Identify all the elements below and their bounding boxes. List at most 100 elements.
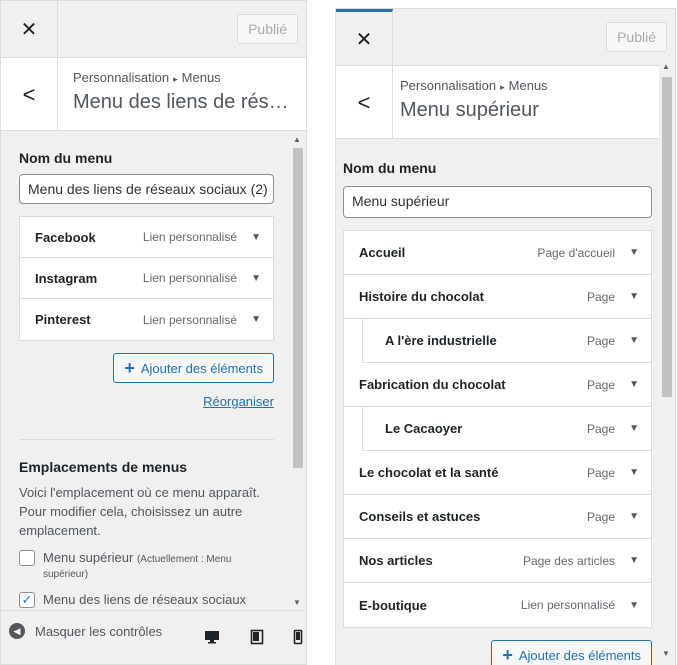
menu-item[interactable]: Fabrication du chocolat Page ▼ [344,363,651,407]
breadcrumb: Personnalisation ▸ Menus [73,70,221,85]
menu-subitem[interactable]: A l'ère industrielle Page ▼ [362,319,651,363]
close-icon: ✕ [20,19,38,41]
menu-item-title: Conseils et astuces [359,509,481,524]
breadcrumb-section: Menus [508,78,548,93]
location-label: Menu des liens de réseaux sociaux [43,592,247,607]
triangle-down-icon[interactable]: ▼ [629,555,639,566]
breadcrumb-separator-icon: ▸ [173,74,178,84]
triangle-down-icon[interactable]: ▼ [629,423,639,434]
menu-locations-title: Emplacements de menus [19,459,188,475]
menu-items-list: Facebook Lien personnalisé ▼ Instagram L… [19,216,274,341]
menu-item-type: Page [586,509,615,524]
hide-controls-button[interactable]: ◀ Masquer les contrôles [9,623,162,639]
breadcrumb-root: Personnalisation [400,78,497,93]
menu-item-title: E-boutique [359,597,427,613]
menu-item-type: Lien personnalisé [142,271,237,285]
desktop-icon[interactable] [204,629,220,645]
reorder-link[interactable]: Réorganiser [203,394,274,409]
location-option-top-menu[interactable]: Menu supérieur (Actuellement : Menu supé… [19,550,274,580]
scroll-thumb[interactable] [662,77,672,397]
menu-item-title: Instagram [35,270,98,286]
menu-item-type: Page [586,465,615,480]
scroll-up-icon[interactable]: ▲ [293,135,301,144]
menu-name-input[interactable]: Menu des liens de réseaux sociaux (2) [19,174,274,204]
menu-item-type: Page [586,333,615,348]
chevron-left-icon: < [22,81,36,107]
triangle-down-icon[interactable]: ▼ [629,291,639,302]
menu-item-title: Le chocolat et la santé [359,465,499,480]
menu-item-type: Lien personnalisé [142,230,237,244]
menu-item-type: Page d'accueil [537,245,615,260]
customizer-topbar: ✕ Publié [336,9,675,66]
menu-locations-description: Voici l'emplacement où ce menu apparaît.… [19,485,260,538]
menu-item[interactable]: Instagram Lien personnalisé ▼ [20,258,273,299]
menu-item-title: Accueil [359,245,406,260]
triangle-down-icon[interactable]: ▼ [629,511,639,522]
menu-item-title: Pinterest [35,312,91,327]
scroll-down-icon[interactable]: ▼ [662,649,670,658]
add-items-label: Ajouter des éléments [140,360,263,376]
menu-item-title: Facebook [35,229,96,245]
close-customizer-button[interactable]: ✕ [1,1,58,58]
add-items-button[interactable]: + Ajouter des éléments [113,353,274,383]
menu-item-type: Lien personnalisé [142,312,237,327]
menu-name-label: Nom du menu [19,150,113,166]
menu-subitem[interactable]: Le Cacaoyer Page ▼ [362,407,651,451]
scroll-thumb[interactable] [293,148,303,468]
triangle-down-icon[interactable]: ▼ [251,232,261,243]
customizer-topbar: ✕ Publié [1,1,306,58]
menu-item[interactable]: Histoire du chocolat Page ▼ [344,275,651,319]
plus-icon: + [502,644,513,665]
triangle-down-icon[interactable]: ▼ [629,600,639,611]
publish-button[interactable]: Publié [606,22,667,52]
section-header: < Personnalisation ▸ Menus Menu supérieur [336,66,675,139]
menu-item-title: Histoire du chocolat [359,289,484,304]
chevron-left-icon: < [357,89,371,115]
vertical-scrollbar[interactable]: ▲ ▼ [659,59,675,665]
triangle-down-icon[interactable]: ▼ [629,335,639,346]
menu-name-input[interactable]: Menu supérieur [343,186,652,218]
breadcrumb-root: Personnalisation [73,70,170,85]
customizer-panel-top-menu: ✕ Publié < Personnalisation ▸ Menus Menu s… [335,8,676,665]
menu-item-type: Page [586,289,615,304]
scroll-down-icon[interactable]: ▼ [293,598,301,607]
triangle-down-icon[interactable]: ▼ [629,247,639,258]
section-divider [19,439,274,440]
breadcrumb-section: Menus [181,70,221,85]
triangle-down-icon[interactable]: ▼ [251,273,261,284]
menu-item[interactable]: Pinterest Lien personnalisé ▼ [20,299,273,340]
triangle-down-icon[interactable]: ▼ [251,314,261,325]
breadcrumb-separator-icon: ▸ [500,82,505,92]
menu-item-type: Lien personnalisé [520,598,615,612]
close-icon: ✕ [355,28,373,51]
page-title: Menu supérieur [400,99,539,121]
back-button[interactable]: < [336,66,393,139]
plus-icon: + [124,357,135,378]
triangle-down-icon[interactable]: ▼ [629,467,639,478]
back-button[interactable]: < [1,58,58,131]
vertical-scrollbar[interactable]: ▲ ▼ [290,132,306,612]
publish-button[interactable]: Publié [237,14,298,44]
menu-item-type: Page des articles [522,553,615,568]
close-customizer-button[interactable]: ✕ [336,9,393,66]
customizer-footer: ◀ Masquer les contrôles [1,610,306,664]
scroll-up-icon[interactable]: ▲ [662,62,670,71]
location-checkbox[interactable] [19,550,35,566]
menu-item[interactable]: Facebook Lien personnalisé ▼ [20,217,273,258]
hide-controls-label: Masquer les contrôles [35,623,163,639]
menu-item[interactable]: Conseils et astuces Page ▼ [344,495,651,539]
menu-item[interactable]: Accueil Page d'accueil ▼ [344,231,651,275]
tablet-icon[interactable] [249,629,265,645]
menu-item[interactable]: Nos articles Page des articles ▼ [344,539,651,583]
triangle-down-icon[interactable]: ▼ [629,379,639,390]
add-items-label: Ajouter des éléments [518,647,641,663]
location-checkbox-checked[interactable]: ✓ [19,592,35,608]
mobile-icon[interactable] [290,629,306,645]
menu-item-title: Nos articles [359,553,433,568]
add-items-button[interactable]: + Ajouter des éléments [491,640,652,665]
location-option-social-menu[interactable]: ✓ Menu des liens de réseaux sociaux [19,592,274,608]
menu-item[interactable]: Le chocolat et la santé Page ▼ [344,451,651,495]
menu-item[interactable]: E-boutique Lien personnalisé ▼ [344,583,651,627]
menu-item-title: Fabrication du chocolat [359,377,506,392]
menu-item-type: Page [586,377,615,392]
